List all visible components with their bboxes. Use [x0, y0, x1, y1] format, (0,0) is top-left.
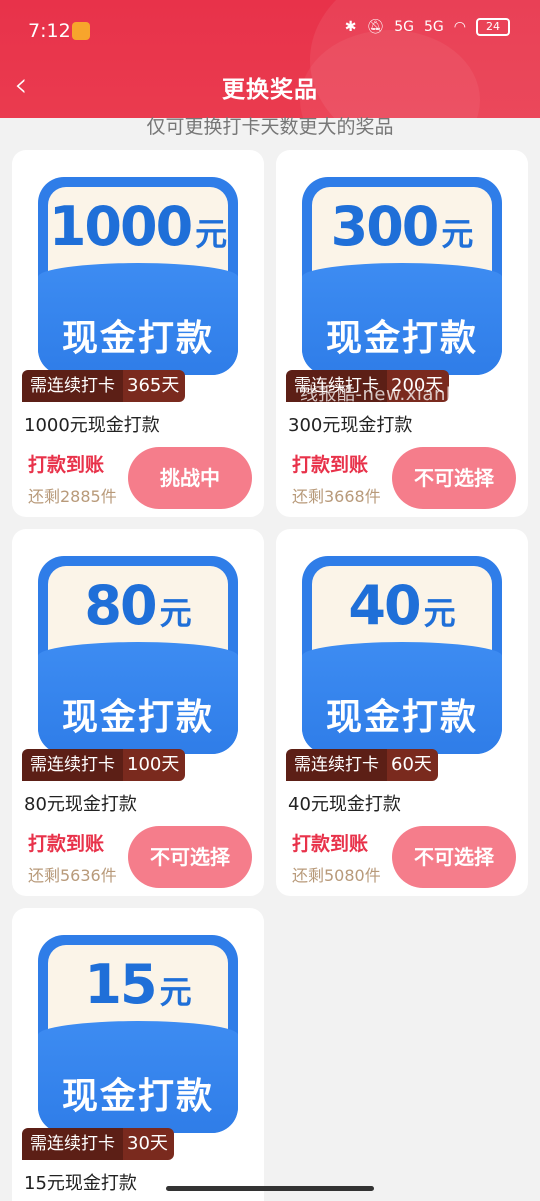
challenge-button[interactable]: 挑战中: [128, 447, 252, 509]
prize-card[interactable]: 300 元 现金打款 需连续打卡 200天 300元现金打款 打款到账 还剩366…: [276, 150, 528, 517]
unselectable-button[interactable]: 不可选择: [128, 826, 252, 888]
prize-card[interactable]: 1000 元 现金打款 需连续打卡 365天 1000元现金打款 打款到账 还剩2…: [12, 150, 264, 517]
home-indicator[interactable]: [166, 1186, 374, 1191]
prize-name: 40元现金打款: [288, 794, 401, 815]
remaining-stock: 还剩2885件: [28, 487, 117, 506]
page-subtitle: 仅可更换打卡天数更大的奖品: [146, 116, 394, 138]
page-title: 更换奖品: [222, 77, 318, 103]
days-badge: 需连续打卡 100天: [22, 749, 186, 781]
payout-label: 打款到账: [292, 833, 369, 855]
signal-icon: 5G: [394, 19, 415, 35]
bluetooth-icon: ✱: [344, 19, 357, 35]
prize-card[interactable]: 80 元 现金打款 需连续打卡 100天 80元现金打款 打款到账 还剩5636件…: [12, 529, 264, 896]
unselectable-button[interactable]: 不可选择: [392, 447, 516, 509]
prize-card[interactable]: 40 元 现金打款 需连续打卡 60天 40元现金打款 打款到账 还剩5080件 …: [276, 529, 528, 896]
cash-voucher-image: 15 元 现金打款: [38, 935, 238, 1133]
prize-name: 15元现金打款: [24, 1173, 137, 1194]
status-bar: 7:12 ✱ 🔕︎ 5G 5G ◠ 24: [0, 0, 540, 60]
prize-name: 1000元现金打款: [24, 415, 160, 436]
prize-name: 300元现金打款: [288, 415, 413, 436]
wifi-icon: ◠: [453, 19, 466, 35]
cash-voucher-image: 300 元 现金打款: [302, 177, 502, 375]
days-badge: 需连续打卡 60天: [286, 749, 438, 781]
payout-label: 打款到账: [28, 833, 105, 855]
remaining-stock: 还剩5636件: [28, 866, 117, 885]
payout-label: 打款到账: [292, 454, 369, 476]
days-badge: 需连续打卡 365天: [22, 370, 186, 402]
status-icons: ✱ 🔕︎ 5G 5G ◠ 24: [345, 18, 510, 36]
nav-bar: ‹ 更换奖品: [0, 60, 540, 110]
voucher-label: 现金打款: [325, 697, 478, 738]
voucher-amount: 40 元: [348, 574, 456, 637]
voucher-amount: 300 元: [330, 195, 474, 258]
cash-voucher-image: 1000 元 现金打款: [38, 177, 238, 375]
voucher-amount: 15 元: [84, 953, 192, 1016]
remaining-stock: 还剩3668件: [292, 487, 381, 506]
voucher-label: 现金打款: [325, 318, 478, 359]
prize-name: 80元现金打款: [24, 794, 137, 815]
voucher-amount: 1000 元: [48, 195, 228, 258]
payout-label: 打款到账: [28, 454, 105, 476]
voucher-label: 现金打款: [61, 318, 214, 359]
days-badge: 需连续打卡 30天: [22, 1128, 174, 1160]
watermark-text: 线报酷-new.xianbao.fun: [300, 384, 518, 405]
app-notification-icon: [72, 22, 90, 40]
signal-icon: 5G: [424, 19, 444, 35]
status-time: 7:12: [28, 20, 71, 42]
voucher-amount: 80 元: [84, 574, 192, 637]
voucher-label: 现金打款: [61, 1076, 214, 1117]
cash-voucher-image: 40 元 现金打款: [302, 556, 502, 754]
mute-icon: 🔕︎: [366, 19, 385, 35]
voucher-label: 现金打款: [61, 697, 214, 738]
cash-voucher-image: 80 元 现金打款: [38, 556, 238, 754]
prize-card[interactable]: 15 元 现金打款 需连续打卡 30天 15元现金打款: [12, 908, 264, 1201]
remaining-stock: 还剩5080件: [292, 866, 381, 885]
battery-icon: 24: [476, 18, 510, 36]
unselectable-button[interactable]: 不可选择: [392, 826, 516, 888]
